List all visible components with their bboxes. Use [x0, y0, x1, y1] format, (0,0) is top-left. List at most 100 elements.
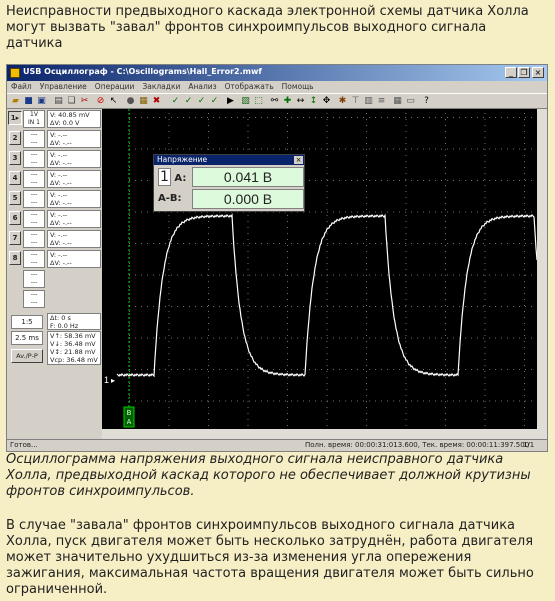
grid-dot: [483, 400, 484, 402]
grid-dot: [399, 148, 400, 150]
grid-dot: [141, 148, 142, 150]
channel-5-button[interactable]: 5: [9, 191, 21, 205]
channel-7-measurements: V: -.-- ΔV: -.--: [47, 230, 101, 248]
scale-select[interactable]: 1:5: [11, 315, 43, 329]
grid-icon[interactable]: ▧: [240, 96, 251, 107]
grid-dot: [453, 400, 454, 402]
channel-4-range[interactable]: --- ---: [23, 170, 45, 188]
channel-4-button[interactable]: 4: [9, 171, 21, 185]
minimize-button[interactable]: _: [505, 67, 517, 78]
grid-dot: [525, 274, 526, 276]
menu-help[interactable]: Помощь: [278, 81, 318, 92]
check-icon[interactable]: ✓: [170, 96, 181, 107]
check-all-icon[interactable]: ✓: [183, 96, 194, 107]
arrow-icon[interactable]: ↖: [108, 96, 119, 107]
chart-icon[interactable]: ▦: [138, 96, 149, 107]
help-icon[interactable]: ?: [421, 96, 432, 107]
channel-3-button[interactable]: 3: [9, 151, 21, 165]
fit-icon[interactable]: ↕: [308, 96, 319, 107]
scale-icon[interactable]: ⬚: [253, 96, 264, 107]
channel-6-range[interactable]: --- ---: [23, 210, 45, 228]
channel-1-range[interactable]: 1V IN 1: [23, 110, 45, 128]
check-channel-icon[interactable]: ✓: [209, 96, 220, 107]
close-button[interactable]: ×: [532, 67, 544, 78]
channel-8-range[interactable]: --- ---: [23, 250, 45, 268]
menu-operations[interactable]: Операции: [91, 81, 139, 92]
channel-7-button[interactable]: 7: [9, 231, 21, 245]
grid-dot: [168, 215, 170, 216]
extra-range-1[interactable]: --- ---: [23, 270, 45, 288]
menu-control[interactable]: Управление: [36, 81, 91, 92]
channel-8-button[interactable]: 8: [9, 251, 21, 265]
voltage-popup[interactable]: Напряжение × 1 A: 0.041 В A-B: 0.000 В: [153, 154, 305, 212]
grid-dot: [453, 274, 454, 276]
zoom-in-icon[interactable]: ✚: [282, 96, 293, 107]
grid-dot: [297, 369, 298, 370]
menu-file[interactable]: Файл: [7, 81, 36, 92]
channel-7-range[interactable]: --- ---: [23, 230, 45, 248]
title-bar[interactable]: USB Осциллограф - C:\Oscillograms\Hall_E…: [7, 65, 547, 81]
grid-dot: [309, 243, 310, 244]
popup-close-button[interactable]: ×: [294, 156, 303, 164]
grid-dot: [247, 401, 249, 402]
open-folder-icon[interactable]: ▰: [10, 96, 21, 107]
menu-display[interactable]: Отображать: [221, 81, 278, 92]
tools-icon[interactable]: ✖: [151, 96, 162, 107]
menu-bookmarks[interactable]: Закладки: [138, 81, 184, 92]
marker-icon[interactable]: ▶: [225, 96, 236, 107]
extra-range-2[interactable]: --- ---: [23, 290, 45, 308]
grid-dot: [213, 400, 214, 402]
grid-dot: [303, 243, 304, 244]
channel-2-button[interactable]: 2: [9, 131, 21, 145]
grid-dot: [201, 400, 202, 402]
window-icon[interactable]: ▭: [405, 96, 416, 107]
channel-6-button[interactable]: 6: [9, 211, 21, 225]
horizontal-scrollbar[interactable]: [102, 429, 537, 439]
print-icon[interactable]: ▤: [53, 96, 64, 107]
grid-dot: [208, 119, 209, 120]
probe-icon[interactable]: ⊤: [350, 96, 361, 107]
popup-title[interactable]: Напряжение: [154, 155, 304, 165]
grid-dot: [287, 119, 288, 120]
grid-dot: [207, 369, 208, 370]
check-range-icon[interactable]: ✓: [196, 96, 207, 107]
save-icon[interactable]: ■: [23, 96, 34, 107]
grid-dot: [201, 274, 202, 276]
status-times: Полн. время: 00:00:31:013.600, Тек. врем…: [305, 441, 530, 449]
settings-icon[interactable]: ✱: [337, 96, 348, 107]
grid-dot: [484, 215, 486, 216]
grid-dot: [417, 117, 418, 118]
table-icon[interactable]: ▦: [392, 96, 403, 107]
copy-icon[interactable]: ❏: [66, 96, 77, 107]
grid-dot: [153, 274, 154, 276]
save-as-icon[interactable]: ▣: [36, 96, 47, 107]
cut-icon[interactable]: ✂: [79, 96, 90, 107]
grid-dot: [366, 137, 367, 138]
menu-analysis[interactable]: Анализ: [184, 81, 220, 92]
restore-button[interactable]: ❐: [518, 67, 530, 78]
average-mode-button[interactable]: Av./P-P: [11, 349, 43, 363]
grid-dot: [326, 137, 328, 138]
list-icon[interactable]: ≡: [376, 96, 387, 107]
channel-1-button[interactable]: 1▸: [8, 111, 22, 125]
timebase-select[interactable]: 2.5 ms: [11, 331, 43, 345]
popup-row2-label: A-B:: [158, 193, 182, 204]
grid-dot: [405, 347, 407, 348]
grid-dot: [267, 337, 268, 339]
grid-dot: [405, 173, 407, 174]
stop-icon[interactable]: ⊘: [95, 96, 106, 107]
filter-icon[interactable]: ▥: [363, 96, 374, 107]
record-icon[interactable]: ●: [125, 96, 136, 107]
channel-3-range[interactable]: --- ---: [23, 150, 45, 168]
expand-icon[interactable]: ↔: [295, 96, 306, 107]
grid-dot: [273, 306, 274, 307]
binoculars-icon[interactable]: ⚯: [269, 96, 280, 107]
grid-dot: [201, 369, 202, 370]
channel-2-range[interactable]: --- ---: [23, 130, 45, 148]
channel-5-range[interactable]: --- ---: [23, 190, 45, 208]
grid-dot: [135, 369, 136, 370]
vertical-scrollbar[interactable]: [537, 109, 547, 439]
grid-dot: [208, 329, 209, 330]
move-icon[interactable]: ✥: [321, 96, 332, 107]
grid-dot: [208, 419, 209, 420]
